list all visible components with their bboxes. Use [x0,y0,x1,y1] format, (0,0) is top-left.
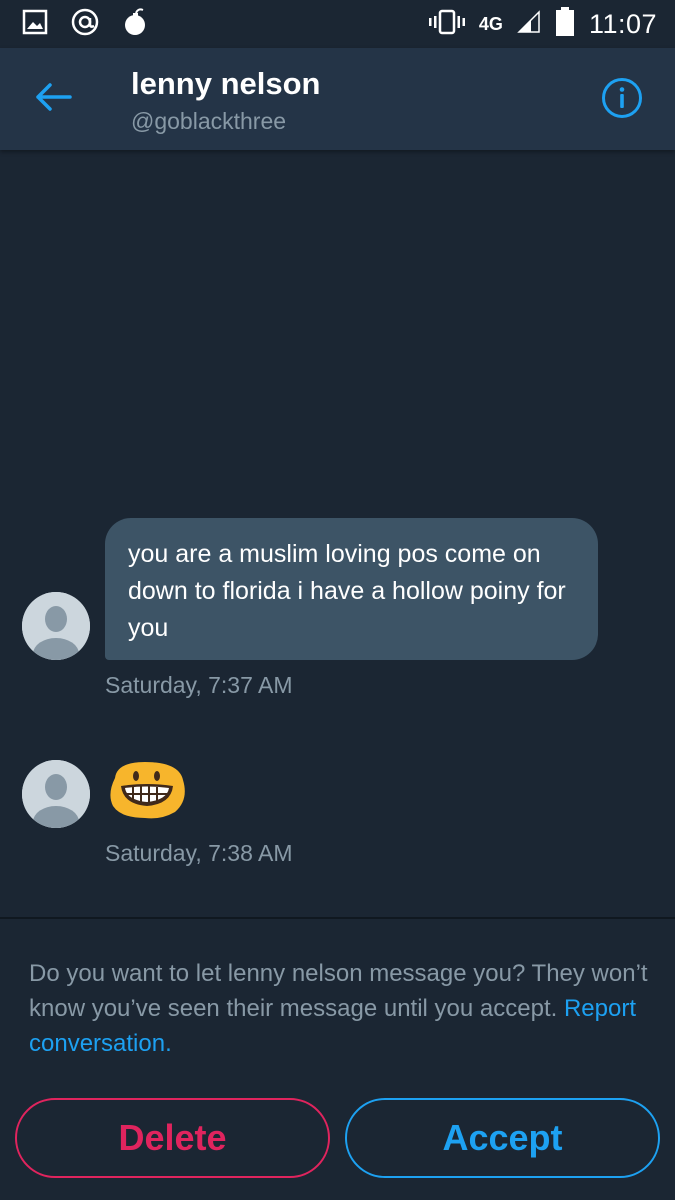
conversation-header: lenny nelson @goblackthree [0,48,675,150]
message-list: you are a muslim loving pos come on down… [0,150,675,917]
gallery-icon [22,9,48,40]
at-icon [70,7,100,42]
conversation-title[interactable]: lenny nelson @goblackthree [131,66,320,135]
bomb-icon [122,7,150,42]
sender-avatar[interactable] [22,592,90,660]
prompt-text: Do you want to let lenny nelson message … [29,960,648,1022]
vibrate-icon [428,9,465,40]
contact-name: lenny nelson [131,66,321,101]
signal-icon [517,9,541,39]
default-avatar-icon [22,760,90,828]
message-bubble[interactable]: you are a muslim loving pos come on down… [105,518,598,660]
status-bar: 4G 11:07 [0,0,675,48]
default-avatar-icon [22,592,90,660]
network-type-label: 4G [478,14,503,34]
contact-handle: @goblackthree [131,108,287,134]
battery-icon [555,6,575,42]
sender-avatar[interactable] [22,760,90,828]
status-bar-right: 4G 11:07 [415,6,657,42]
info-icon [602,78,642,118]
accept-button[interactable]: Accept [345,1098,660,1178]
grinning-face-emoji[interactable] [105,758,189,822]
delete-button[interactable]: Delete [15,1098,330,1178]
message-request-prompt: Do you want to let lenny nelson message … [29,956,649,1061]
message-timestamp: Saturday, 7:37 AM [105,672,293,698]
back-arrow-icon [36,83,72,111]
divider [0,917,675,919]
clock: 11:07 [588,8,657,39]
status-bar-left [22,7,172,42]
back-button[interactable] [34,80,74,114]
info-button[interactable] [601,77,643,119]
message-timestamp: Saturday, 7:38 AM [105,840,293,866]
network-icon: 4G [479,15,503,33]
